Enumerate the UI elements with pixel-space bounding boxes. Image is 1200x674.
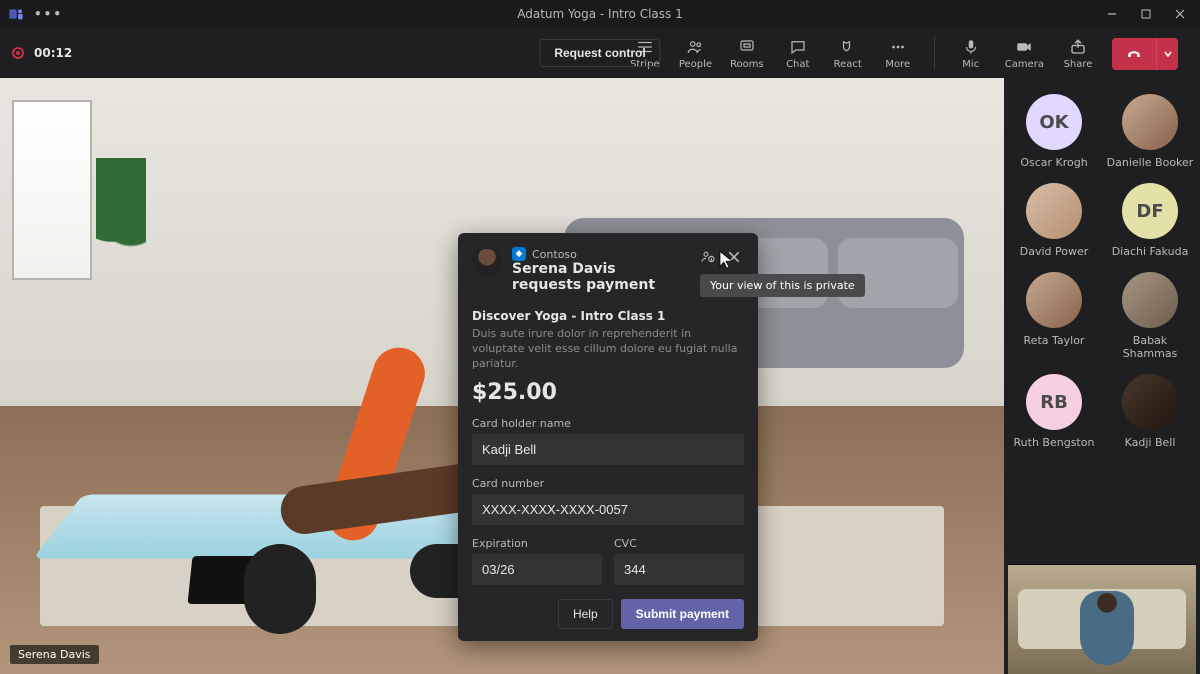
camera-icon bbox=[1014, 37, 1034, 57]
participants-grid: OK Oscar Krogh Danielle Booker David Power D… bbox=[1008, 90, 1196, 453]
participant-cell[interactable]: Danielle Booker bbox=[1104, 90, 1196, 173]
maximize-button[interactable] bbox=[1134, 2, 1158, 26]
participant-name: Ruth Bengston bbox=[1014, 436, 1095, 449]
participant-cell[interactable]: Reta Taylor bbox=[1008, 268, 1100, 364]
card-subject: Discover Yoga - Intro Class 1 bbox=[472, 309, 744, 323]
more-icon bbox=[889, 37, 907, 57]
participant-avatar bbox=[1122, 94, 1178, 150]
participant-avatar bbox=[1122, 272, 1178, 328]
chat-icon bbox=[789, 37, 807, 57]
participant-cell[interactable]: DF Diachi Fakuda bbox=[1104, 179, 1196, 262]
participant-avatar: DF bbox=[1122, 183, 1178, 239]
close-button[interactable] bbox=[1168, 2, 1192, 26]
participants-panel: OK Oscar Krogh Danielle Booker David Power D… bbox=[1004, 78, 1200, 674]
window-title: Adatum Yoga - Intro Class 1 bbox=[148, 7, 1052, 21]
participant-avatar: OK bbox=[1026, 94, 1082, 150]
contoso-badge-icon: ◆ bbox=[512, 247, 526, 261]
private-view-icon[interactable] bbox=[698, 247, 718, 267]
private-tooltip: Your view of this is private bbox=[700, 274, 865, 297]
participant-avatar bbox=[1122, 374, 1178, 430]
close-card-button[interactable] bbox=[724, 247, 744, 267]
participant-name: Diachi Fakuda bbox=[1112, 245, 1189, 258]
self-view[interactable] bbox=[1008, 564, 1196, 674]
recording-icon bbox=[12, 47, 24, 59]
speaker-label: Serena Davis bbox=[10, 645, 99, 664]
participant-avatar bbox=[1026, 183, 1082, 239]
chat-button[interactable]: Chat bbox=[782, 37, 814, 70]
title-bar: ••• Adatum Yoga - Intro Class 1 bbox=[0, 0, 1200, 28]
holder-label: Card holder name bbox=[472, 417, 744, 430]
submit-payment-button[interactable]: Submit payment bbox=[621, 599, 744, 629]
leave-icon[interactable] bbox=[1112, 38, 1156, 70]
participant-name: Oscar Krogh bbox=[1020, 156, 1087, 169]
leave-dropdown[interactable] bbox=[1156, 38, 1178, 70]
cvc-label: CVC bbox=[614, 537, 744, 550]
participant-cell[interactable]: David Power bbox=[1008, 179, 1100, 262]
react-icon bbox=[839, 37, 857, 57]
share-button[interactable]: Share bbox=[1062, 37, 1094, 70]
participant-cell[interactable]: OK Oscar Krogh bbox=[1008, 90, 1100, 173]
requester-avatar bbox=[472, 247, 502, 277]
react-button[interactable]: React bbox=[832, 37, 864, 70]
recording-time: 00:12 bbox=[34, 46, 72, 60]
participant-name: Babak Shammas bbox=[1104, 334, 1196, 360]
card-title: Serena Davis requests payment bbox=[512, 261, 688, 293]
brand-name: Contoso bbox=[532, 248, 577, 261]
meeting-toolbar: 00:12 Request control Stripe People Room… bbox=[0, 28, 1200, 78]
number-label: Card number bbox=[472, 477, 744, 490]
participant-cell[interactable]: Kadji Bell bbox=[1104, 370, 1196, 453]
cvc-input[interactable] bbox=[614, 554, 744, 585]
help-button[interactable]: Help bbox=[558, 599, 613, 629]
rooms-button[interactable]: Rooms bbox=[730, 37, 764, 70]
camera-button[interactable]: Camera bbox=[1005, 37, 1044, 70]
exp-label: Expiration bbox=[472, 537, 602, 550]
share-icon bbox=[1069, 37, 1087, 57]
rooms-icon bbox=[738, 37, 756, 57]
mic-icon bbox=[962, 37, 980, 57]
overflow-menu-icon[interactable]: ••• bbox=[34, 7, 63, 21]
participant-name: Reta Taylor bbox=[1024, 334, 1085, 347]
separator bbox=[934, 36, 935, 70]
participant-name: Danielle Booker bbox=[1107, 156, 1194, 169]
participant-cell[interactable]: RB Ruth Bengston bbox=[1008, 370, 1100, 453]
people-icon bbox=[684, 37, 706, 57]
leave-button[interactable] bbox=[1112, 38, 1178, 70]
participant-avatar bbox=[1026, 272, 1082, 328]
mic-button[interactable]: Mic bbox=[955, 37, 987, 70]
participant-name: David Power bbox=[1020, 245, 1089, 258]
exp-input[interactable] bbox=[472, 554, 602, 585]
teams-app-icon bbox=[8, 6, 24, 22]
more-button[interactable]: More bbox=[882, 37, 914, 70]
minimize-button[interactable] bbox=[1100, 2, 1124, 26]
card-price: $25.00 bbox=[472, 380, 744, 405]
card-description: Duis aute irure dolor in reprehenderit i… bbox=[472, 327, 744, 372]
holder-input[interactable] bbox=[472, 434, 744, 465]
people-button[interactable]: People bbox=[679, 37, 712, 70]
participant-avatar: RB bbox=[1026, 374, 1082, 430]
shared-content: Serena Davis ◆ Contoso Serena Davis requ… bbox=[0, 78, 1004, 674]
participant-cell[interactable]: Babak Shammas bbox=[1104, 268, 1196, 364]
request-control-button[interactable]: Request control bbox=[539, 39, 660, 67]
participant-name: Kadji Bell bbox=[1125, 436, 1176, 449]
number-input[interactable] bbox=[472, 494, 744, 525]
